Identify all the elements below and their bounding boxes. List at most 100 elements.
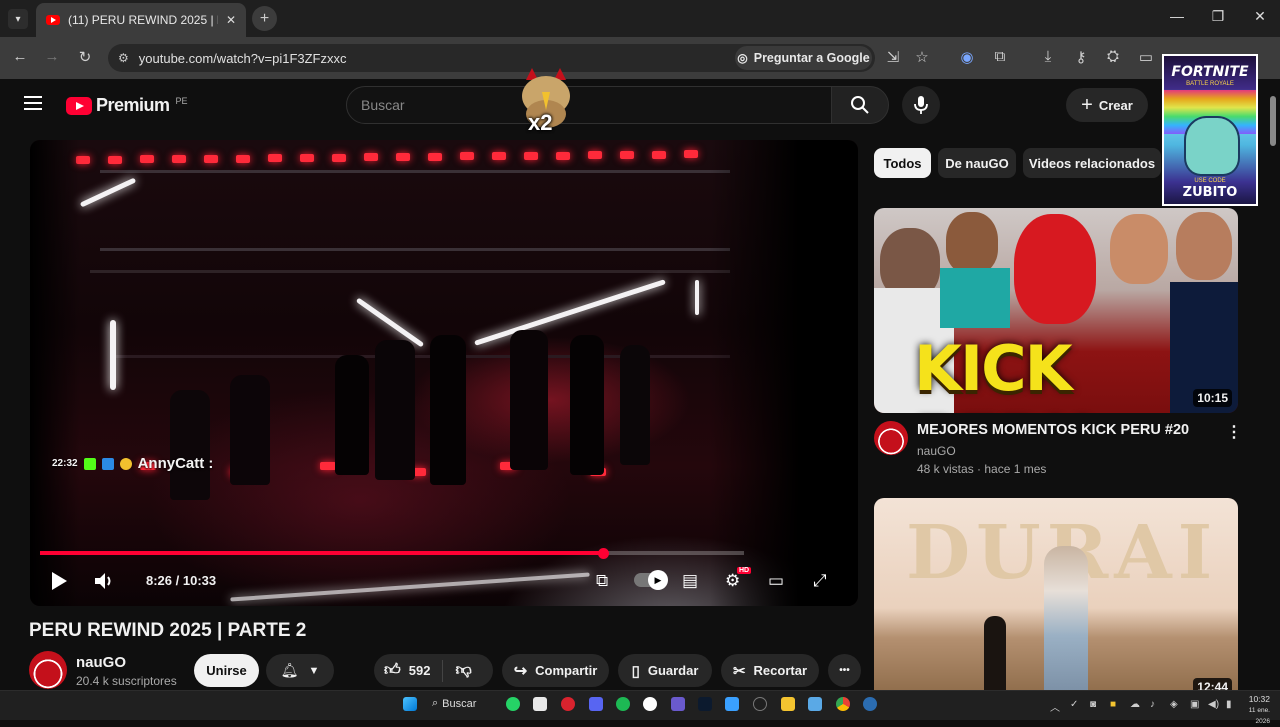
- new-tab-button[interactable]: +: [252, 6, 277, 31]
- dislike-button[interactable]: 👎︎: [455, 661, 471, 680]
- obs-icon[interactable]: [753, 697, 767, 711]
- more-actions-button[interactable]: •••: [828, 654, 861, 687]
- settings-button[interactable]: ⚙ HD: [725, 567, 752, 591]
- edge-icon[interactable]: [863, 697, 877, 711]
- recommendation-channel[interactable]: nauGO: [917, 444, 956, 458]
- chip-todos[interactable]: Todos: [874, 148, 931, 178]
- tray-app-icon[interactable]: ✓: [1070, 699, 1078, 710]
- tray-network-icon[interactable]: ◈: [1170, 699, 1178, 710]
- tray-folder-icon[interactable]: ■: [1110, 699, 1116, 710]
- sub-badge-icon: [101, 457, 114, 470]
- extension-audio-icon[interactable]: ◉: [955, 48, 979, 66]
- password-key-icon[interactable]: ⚷: [1069, 48, 1093, 66]
- ask-google-button[interactable]: ◎ Preguntar a Google: [735, 46, 872, 70]
- stage-light: [140, 155, 154, 164]
- chat-username: AnnyCatt :: [137, 455, 214, 472]
- like-button[interactable]: 👍︎ 592: [384, 661, 430, 680]
- scissors-icon: ✂: [732, 662, 746, 680]
- minimize-button[interactable]: —: [1157, 8, 1197, 24]
- bookmark-star-icon[interactable]: ☆: [910, 48, 934, 66]
- chrome-icon[interactable]: [836, 697, 850, 711]
- settings-app-icon[interactable]: [808, 697, 822, 711]
- tray-mic-icon[interactable]: ♪: [1150, 699, 1155, 710]
- lens-icon: ◎: [737, 51, 748, 65]
- opera-icon[interactable]: [561, 697, 575, 711]
- create-button[interactable]: + Crear: [1066, 88, 1148, 122]
- youtube-logo[interactable]: Premium PE: [66, 95, 188, 116]
- notes-app-icon[interactable]: [533, 697, 547, 711]
- subtitles-button[interactable]: ▤: [682, 571, 698, 591]
- downloads-icon[interactable]: ⤓: [1036, 48, 1060, 65]
- tab-close-icon[interactable]: ✕: [226, 13, 236, 27]
- whatsapp-icon[interactable]: [506, 697, 520, 711]
- start-windows-icon[interactable]: [403, 697, 417, 711]
- voice-search-button[interactable]: [902, 86, 940, 124]
- install-app-icon[interactable]: ⇲: [881, 48, 905, 66]
- country-code: PE: [175, 95, 188, 106]
- recommendation-thumbnail[interactable]: KICK PERU 10:15: [874, 208, 1238, 413]
- share-button[interactable]: ↪ Compartir: [502, 654, 609, 687]
- tray-onedrive-icon[interactable]: ☁: [1130, 699, 1140, 710]
- menu-icon[interactable]: [24, 96, 42, 110]
- join-button[interactable]: Unirse: [194, 654, 259, 687]
- stage-light: [492, 152, 506, 161]
- github-icon[interactable]: [643, 697, 657, 711]
- taskbar-clock[interactable]: 10:32 11 ene. 2026: [1240, 694, 1270, 727]
- notifications-button[interactable]: 🔔︎ ▼: [266, 654, 334, 687]
- microphone-icon: [914, 96, 928, 114]
- close-window-button[interactable]: ✕: [1240, 8, 1280, 25]
- photos-icon[interactable]: [725, 697, 739, 711]
- thumbs-up-icon: 👍︎: [384, 662, 401, 679]
- tab-search-icon[interactable]: ▾: [8, 9, 28, 29]
- youtube-favicon-icon: [46, 15, 60, 25]
- tray-display-icon[interactable]: ▣: [1190, 699, 1199, 710]
- tray-overflow-icon[interactable]: ︿: [1050, 699, 1060, 714]
- channel-avatar[interactable]: [29, 651, 67, 689]
- browser-tab[interactable]: (11) PERU REWIND 2025 | PARTE 2 ✕: [36, 3, 246, 37]
- chevron-down-icon: ▼: [308, 664, 320, 677]
- recommendation-menu-icon[interactable]: ⋮: [1226, 422, 1242, 442]
- maximize-button[interactable]: ❐: [1198, 8, 1238, 25]
- tray-discord-icon[interactable]: ◙: [1090, 699, 1096, 710]
- fullscreen-button[interactable]: ⤢: [813, 571, 827, 591]
- extensions-icon[interactable]: ⧉: [988, 48, 1012, 65]
- create-label: Crear: [1098, 97, 1133, 113]
- page-scrollbar[interactable]: [1270, 96, 1276, 146]
- search-button[interactable]: [831, 86, 889, 124]
- tray-battery-icon[interactable]: ▮: [1226, 699, 1232, 710]
- file-explorer-icon[interactable]: [781, 697, 795, 711]
- cast-icon[interactable]: ▭: [1134, 48, 1158, 66]
- taskbar-search[interactable]: ⌕ Buscar: [432, 697, 476, 710]
- clip-button[interactable]: ✂ Recortar: [721, 654, 819, 687]
- theater-icon: ▭: [768, 571, 785, 590]
- site-info-icon[interactable]: ⚙: [118, 51, 129, 65]
- like-count: 592: [408, 663, 431, 678]
- terminal-icon[interactable]: [698, 697, 712, 711]
- tray-volume-icon[interactable]: ◀): [1208, 699, 1219, 710]
- chip-videos-relacionados[interactable]: Videos relacionados: [1023, 148, 1161, 178]
- recommendation-title[interactable]: MEJORES MOMENTOS KICK PERU #20: [917, 422, 1207, 438]
- video-player[interactable]: [30, 140, 858, 606]
- channel-name[interactable]: nauGO: [76, 654, 126, 671]
- chip-de-naugo[interactable]: De nauGO: [938, 148, 1016, 178]
- reload-icon[interactable]: ↻: [73, 48, 97, 66]
- search-input[interactable]: Buscar: [346, 86, 832, 124]
- back-icon[interactable]: ←: [8, 48, 32, 65]
- play-icon: [52, 572, 67, 590]
- forward-icon[interactable]: →: [40, 48, 64, 65]
- autoplay-toggle[interactable]: ▶: [634, 570, 668, 590]
- app-grid-icon[interactable]: [671, 697, 685, 711]
- chat-timestamp: 22:32: [52, 458, 78, 469]
- volume-button[interactable]: [93, 571, 115, 596]
- play-button[interactable]: [50, 571, 68, 596]
- discord-icon[interactable]: [589, 697, 603, 711]
- thumbnail-text: KICK PERU: [914, 332, 1094, 413]
- theater-mode-button[interactable]: ▭: [768, 571, 784, 591]
- translate-icon[interactable]: ⛭: [1101, 48, 1125, 65]
- spotify-icon[interactable]: [616, 697, 630, 711]
- video-title: PERU REWIND 2025 | PARTE 2: [29, 620, 307, 641]
- recommendation-channel-avatar[interactable]: [874, 421, 908, 455]
- save-button[interactable]: ▯ Guardar: [618, 654, 712, 687]
- recommendation-thumbnail[interactable]: DURAI 12:44: [874, 498, 1238, 698]
- miniplayer-button[interactable]: ⧉: [596, 571, 608, 591]
